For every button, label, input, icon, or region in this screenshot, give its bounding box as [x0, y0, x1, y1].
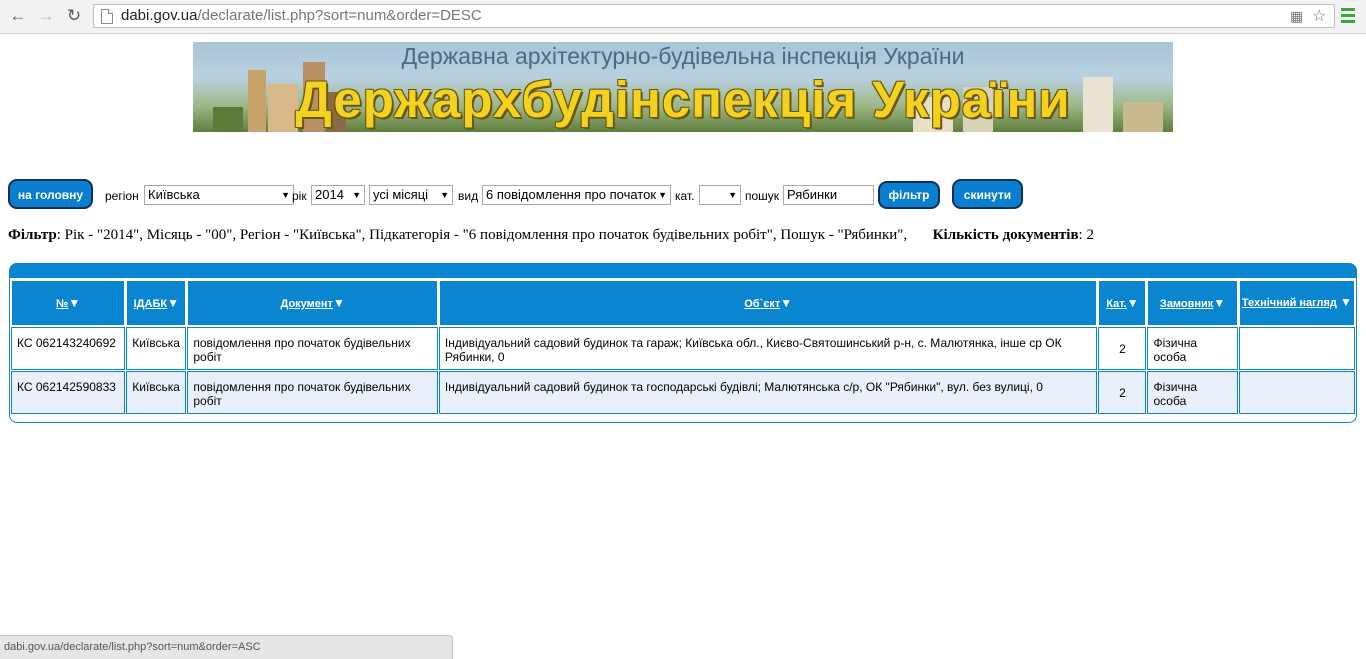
address-bar[interactable]: dabi.gov.ua/declarate/list.php?sort=num&…	[93, 4, 1335, 28]
menu-icon[interactable]	[1341, 8, 1355, 24]
year-select[interactable]: 2014 ▼	[311, 185, 365, 205]
type-select[interactable]: 6 повідомлення про початок ▼	[482, 185, 671, 205]
forward-arrow-icon[interactable]: →	[36, 6, 56, 26]
banner-subtitle: Державна архітектурно-будівельна інспекц…	[401, 43, 965, 69]
sort-link-customer[interactable]: Замовник	[1160, 298, 1213, 310]
cell-idabk: Київська	[126, 327, 187, 370]
search-input[interactable]: Рябинки	[783, 185, 874, 205]
status-url-bubble: dabi.gov.ua/declarate/list.php?sort=num&…	[0, 635, 453, 659]
column-header-num[interactable]: №▼	[11, 280, 126, 326]
year-label: рік	[292, 189, 307, 203]
cell-supervision	[1238, 371, 1355, 414]
sort-triangle-icon[interactable]: ▼	[333, 296, 345, 310]
sort-triangle-icon[interactable]: ▼	[1213, 296, 1225, 310]
column-header-document[interactable]: Документ▼	[187, 280, 438, 326]
chevron-down-icon: ▼	[658, 190, 667, 200]
year-select-value: 2014	[315, 187, 344, 202]
sort-triangle-icon[interactable]: ▼	[167, 296, 179, 310]
sort-triangle-icon[interactable]: ▼	[1340, 295, 1352, 309]
chevron-down-icon: ▼	[281, 190, 290, 200]
cell-supervision	[1238, 327, 1355, 370]
reset-button[interactable]: скинути	[952, 179, 1023, 209]
reload-icon[interactable]: ↻	[64, 6, 84, 26]
sort-link-num[interactable]: №	[56, 298, 68, 310]
type-select-value: 6 повідомлення про початок	[486, 187, 657, 202]
header-banner: Державна архітектурно-будівельна інспекц…	[193, 42, 1173, 132]
region-select-value: Київська	[148, 187, 200, 202]
filter-summary: Фільтр: Рік - "2014", Місяць - "00", Рег…	[8, 227, 1094, 244]
filter-summary-text: : Рік - "2014", Місяць - "00", Регіон - …	[56, 227, 908, 243]
chevron-down-icon: ▼	[440, 190, 449, 200]
cell-object: Індивідуальний садовий будинок та гараж;…	[438, 327, 1098, 370]
region-label: регіон	[105, 189, 139, 203]
sort-link-idabk[interactable]: ІДАБК	[134, 298, 167, 310]
cell-idabk: Київська	[126, 371, 187, 414]
sort-link-object[interactable]: Об`єкт	[744, 298, 780, 310]
column-header-supervision[interactable]: Технічний нагляд ▼	[1238, 280, 1355, 326]
sort-link-document[interactable]: Документ	[280, 298, 332, 310]
cell-customer: Фізична особа	[1147, 327, 1238, 370]
column-header-category[interactable]: Кат.▼	[1098, 280, 1147, 326]
category-select[interactable]: ▼	[699, 185, 741, 205]
table-row[interactable]: КС 062142590833 Київська повідомлення пр…	[11, 371, 1355, 414]
cell-num: КС 062143240692	[11, 327, 126, 370]
translate-icon[interactable]: ▦	[1290, 8, 1303, 25]
column-header-customer[interactable]: Замовник▼	[1147, 280, 1238, 326]
cell-num: КС 062142590833	[11, 371, 126, 414]
document-count-value: : 2	[1078, 227, 1094, 243]
cell-document: повідомлення про початок будівельних роб…	[187, 327, 438, 370]
cell-document: повідомлення про початок будівельних роб…	[187, 371, 438, 414]
document-count-label: Кількість документів	[932, 227, 1079, 243]
cell-customer: Фізична особа	[1147, 371, 1238, 414]
filter-bar: на головну регіон Київська ▼ рік 2014 ▼ ус…	[8, 179, 1108, 211]
sort-link-supervision[interactable]: Технічний нагляд	[1242, 297, 1337, 309]
table-header-row: №▼ ІДАБК▼ Документ▼ Об`єкт▼ Кат.▼ Замовн…	[11, 280, 1355, 326]
column-header-object[interactable]: Об`єкт▼	[438, 280, 1098, 326]
region-select[interactable]: Київська ▼	[144, 185, 294, 205]
month-select[interactable]: усі місяці ▼	[369, 185, 453, 205]
sort-link-category[interactable]: Кат.	[1106, 298, 1126, 310]
filter-summary-label: Фільтр	[8, 227, 57, 243]
type-label: вид	[458, 189, 479, 203]
chevron-down-icon: ▼	[728, 190, 737, 200]
category-label: кат.	[675, 189, 695, 203]
browser-toolbar: ← → ↻ dabi.gov.ua/declarate/list.php?sor…	[0, 0, 1366, 34]
banner-title: Держархбудінспекція України	[295, 71, 1071, 128]
cell-object: Індивідуальний садовий будинок та господ…	[438, 371, 1098, 414]
home-button[interactable]: на головну	[8, 179, 93, 209]
chevron-down-icon: ▼	[352, 190, 361, 200]
filter-button[interactable]: фільтр	[878, 181, 940, 209]
column-header-idabk[interactable]: ІДАБК▼	[126, 280, 187, 326]
sort-triangle-icon[interactable]: ▼	[68, 296, 80, 310]
url-domain: dabi.gov.ua	[121, 7, 198, 24]
cell-category: 2	[1098, 371, 1147, 414]
month-select-value: усі місяці	[373, 187, 429, 202]
sort-triangle-icon[interactable]: ▼	[1127, 296, 1139, 310]
cell-category: 2	[1098, 327, 1147, 370]
results-table: №▼ ІДАБК▼ Документ▼ Об`єкт▼ Кат.▼ Замовн…	[10, 279, 1356, 415]
url-text: dabi.gov.ua/declarate/list.php?sort=num&…	[121, 7, 482, 24]
table-row[interactable]: КС 062143240692 Київська повідомлення пр…	[11, 327, 1355, 370]
results-table-container: №▼ ІДАБК▼ Документ▼ Об`єкт▼ Кат.▼ Замовн…	[9, 263, 1357, 423]
search-label: пошук	[745, 189, 780, 203]
url-path: /declarate/list.php?sort=num&order=DESC	[197, 7, 482, 24]
star-icon[interactable]: ☆	[1312, 6, 1326, 26]
back-arrow-icon[interactable]: ←	[8, 6, 28, 26]
sort-triangle-icon[interactable]: ▼	[780, 296, 792, 310]
page-icon	[101, 9, 113, 24]
